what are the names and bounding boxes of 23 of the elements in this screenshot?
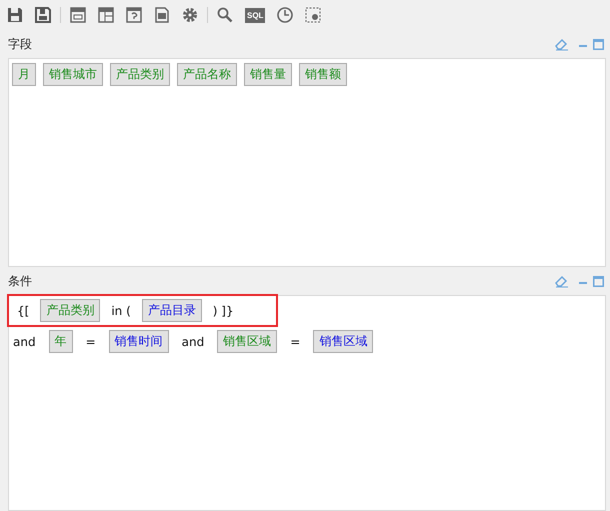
sql-button[interactable]: SQL	[245, 8, 266, 22]
panel-title: 条件	[8, 272, 32, 290]
operator-text: in (	[111, 304, 131, 318]
parameter-token[interactable]: 销售时间	[108, 330, 169, 353]
field-token[interactable]: 产品名称	[177, 63, 237, 86]
save-as-button[interactable]	[32, 4, 54, 26]
operator-text: ) ]}	[212, 304, 234, 318]
field-token[interactable]: 销售区域	[217, 330, 278, 353]
operator-text: and	[182, 334, 204, 348]
parameter-token[interactable]: 产品目录	[142, 299, 202, 322]
field-token[interactable]: 月	[12, 63, 36, 86]
operator-text: =	[290, 334, 300, 348]
field-token[interactable]: 销售城市	[43, 63, 103, 86]
field-token[interactable]: 产品类别	[110, 63, 170, 86]
parameter-token[interactable]: 销售区域	[313, 330, 374, 353]
field-token[interactable]: 销售额	[299, 63, 347, 86]
field-token[interactable]: 年	[48, 330, 73, 353]
panel-title: 字段	[8, 36, 32, 52]
field-token[interactable]: 产品类别	[40, 299, 100, 322]
operator-text: =	[86, 334, 96, 348]
field-token[interactable]: 销售量	[244, 63, 292, 86]
operator-text: {[	[17, 304, 30, 318]
operator-text: and	[13, 334, 36, 348]
